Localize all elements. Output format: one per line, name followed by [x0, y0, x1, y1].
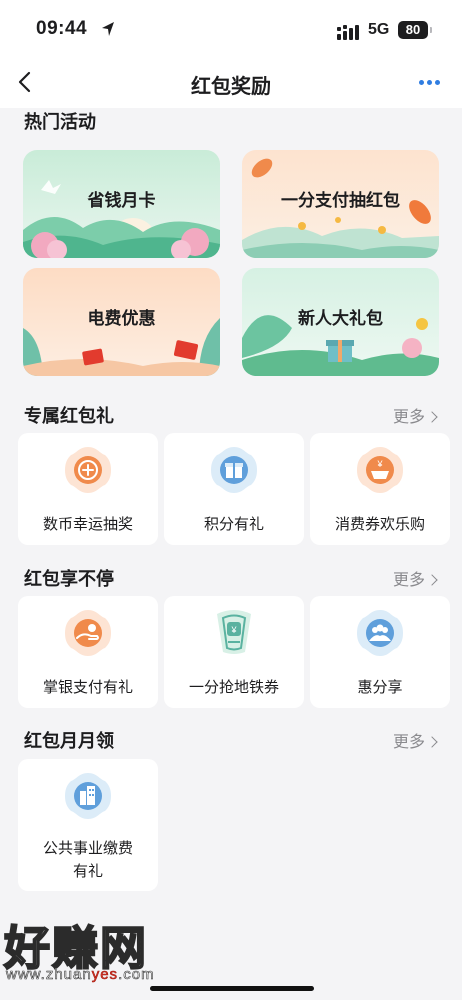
signal-icon [337, 25, 359, 40]
card-benefit-share[interactable]: 惠分享 [310, 596, 450, 708]
dot [435, 80, 440, 85]
hand-pay-icon [65, 610, 111, 656]
card-palm-pay[interactable]: 掌银支付有礼 [18, 596, 158, 708]
card-label: 数币幸运抽奖 [42, 516, 133, 533]
battery-icon: 80 [398, 21, 432, 39]
banner-savings-card[interactable]: 省钱月卡 [23, 150, 220, 258]
banner-electricity-discount[interactable]: 电费优惠 [23, 268, 220, 376]
banner-label: 省钱月卡 [87, 191, 156, 210]
coin-lottery-icon [65, 447, 111, 493]
card-label: 掌银支付有礼 [42, 679, 133, 696]
status-bar: 09:44 5G 80 [0, 0, 462, 58]
more-link-nonstop[interactable]: 更多 [393, 566, 436, 590]
battery-level: 80 [405, 22, 421, 37]
watermark-url-highlight: yes [91, 966, 119, 984]
watermark-url-prefix: www.zhuan [6, 966, 92, 984]
card-subway-coupon[interactable]: ¥ 一分抢地铁券 [164, 596, 304, 708]
card-points-gift[interactable]: 积分有礼 [164, 433, 304, 545]
home-indicator[interactable] [150, 986, 314, 991]
subway-ticket-icon: ¥ [217, 610, 251, 654]
more-menu-button[interactable] [418, 78, 442, 88]
banner-label: 新人大礼包 [298, 309, 383, 328]
watermark-url-suffix: .com [118, 966, 155, 984]
svg-text:¥: ¥ [230, 625, 237, 635]
section-title-monthly: 红包月月领 [24, 731, 114, 751]
nav-bar: 红包奖励 [0, 58, 462, 108]
dot [419, 80, 424, 85]
section-title-nonstop: 红包享不停 [24, 569, 114, 589]
card-label: 公共事业缴费有礼 [42, 840, 133, 880]
card-label: 消费券欢乐购 [334, 516, 425, 533]
more-link-exclusive[interactable]: 更多 [393, 403, 436, 427]
section-title-hot: 热门活动 [24, 112, 96, 132]
yuan-basket-icon: ¥ [357, 447, 403, 493]
status-time: 09:44 [36, 18, 88, 39]
card-utility-payment[interactable]: 公共事业缴费有礼 [18, 759, 158, 891]
network-type: 5G [368, 21, 390, 38]
card-voucher-shopping[interactable]: ¥ 消费券欢乐购 [310, 433, 450, 545]
banner-one-cent-redpack[interactable]: 一分支付抽红包 [242, 150, 439, 258]
more-link-monthly[interactable]: 更多 [393, 728, 436, 752]
card-label: 惠分享 [357, 679, 403, 696]
card-label: 一分抢地铁券 [188, 679, 279, 696]
dot [427, 80, 432, 85]
banner-newcomer-gift[interactable]: 新人大礼包 [242, 268, 439, 376]
page-title: 红包奖励 [191, 76, 271, 98]
card-coin-lottery[interactable]: 数币幸运抽奖 [18, 433, 158, 545]
card-label: 积分有礼 [203, 516, 264, 533]
gift-box-icon [211, 447, 257, 493]
banner-label: 一分支付抽红包 [281, 191, 400, 210]
buildings-icon [65, 773, 111, 819]
svg-text:¥: ¥ [376, 459, 383, 469]
banner-label: 电费优惠 [87, 309, 156, 328]
watermark-url: www.zhuanyes.com [6, 966, 155, 984]
section-title-exclusive: 专属红包礼 [24, 406, 114, 426]
people-share-icon [357, 610, 403, 656]
location-arrow-icon [102, 22, 114, 36]
